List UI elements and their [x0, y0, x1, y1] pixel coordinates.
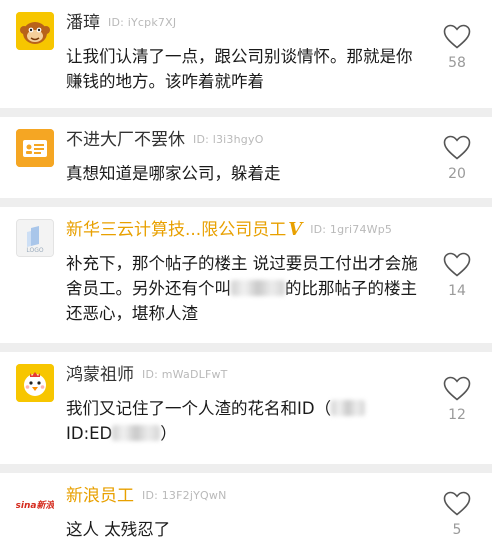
like-button[interactable]: 14: [440, 252, 474, 299]
comment-line: 这人 太残忍了: [66, 520, 171, 539]
heart-icon: [443, 135, 471, 160]
comment-line: 补充下，那个帖子的楼主 说过要员工付出才会施: [66, 254, 418, 273]
comment-item: LOGO 新华三云计算技...限公司员工 V ID: 1gri74Wp5 补充下，那…: [0, 207, 492, 352]
comment-text: 补充下，那个帖子的楼主 说过要员工付出才会施 舍员工。另外还有个叫 的比那帖子的楼…: [66, 251, 428, 326]
sina-logo-icon: sina新浪: [16, 500, 54, 511]
like-count: 58: [448, 55, 466, 71]
avatar[interactable]: [16, 364, 54, 402]
username-row[interactable]: 潘璋 ID: iYcpk7XJ: [66, 12, 176, 34]
avatar-text: LOGO: [26, 247, 44, 254]
comment-line: 还恶心，堪称人渣: [66, 304, 198, 323]
comment-line: 我们又记住了一个人渣的花名和ID（: [66, 396, 428, 421]
username-row[interactable]: 鸿蒙祖师 ID: mWaDLFwT: [66, 364, 228, 386]
verified-badge: V: [288, 219, 303, 240]
username[interactable]: 不进大厂不罢休: [66, 130, 185, 150]
comment-line: 让我们认清了一点，跟公司别谈情怀。那就是你: [66, 47, 413, 66]
avatar[interactable]: [16, 129, 54, 167]
comment-feed: 潘璋 ID: iYcpk7XJ 让我们认清了一点，跟公司别谈情怀。那就是你 赚钱的…: [0, 0, 492, 558]
user-id: ID: 1gri74Wp5: [310, 223, 393, 236]
like-button[interactable]: 5: [440, 491, 474, 538]
heart-icon: [443, 252, 471, 277]
user-id: ID: 13F2jYQwN: [142, 489, 227, 502]
username-row[interactable]: 新华三云计算技...限公司员工 V ID: 1gri74Wp5: [66, 219, 392, 241]
id-card-icon: [16, 129, 54, 167]
comment-text: 真想知道是哪家公司，躲着走: [66, 161, 428, 186]
username[interactable]: 鸿蒙祖师: [66, 365, 134, 385]
like-count: 14: [448, 283, 466, 299]
username-row[interactable]: 不进大厂不罢休 ID: l3i3hgyO: [66, 129, 264, 151]
user-id: ID: l3i3hgyO: [193, 133, 264, 146]
user-id: ID: mWaDLFwT: [142, 368, 228, 381]
comment-text: 这人 太残忍了: [66, 517, 428, 542]
comment-item: sina新浪 新浪员工 ID: 13F2jYQwN 这人 太残忍了 5: [0, 473, 492, 558]
comment-line: 赚钱的地方。该咋着就咋着: [66, 72, 264, 91]
avatar[interactable]: sina新浪: [16, 485, 54, 523]
comment-text: 我们又记住了一个人渣的花名和ID（ ID:ED）: [66, 396, 428, 446]
comment-item: 不进大厂不罢休 ID: l3i3hgyO 真想知道是哪家公司，躲着走 20: [0, 117, 492, 207]
like-button[interactable]: 12: [440, 376, 474, 423]
redacted-text: [231, 280, 285, 296]
chick-icon: [16, 364, 54, 402]
comment-text: 让我们认清了一点，跟公司别谈情怀。那就是你 赚钱的地方。该咋着就咋着: [66, 44, 428, 94]
heart-icon: [443, 24, 471, 49]
comment-line: 真想知道是哪家公司，躲着走: [66, 164, 281, 183]
comment-item: 潘璋 ID: iYcpk7XJ 让我们认清了一点，跟公司别谈情怀。那就是你 赚钱的…: [0, 0, 492, 117]
like-count: 12: [448, 407, 466, 423]
redacted-text: [331, 400, 366, 416]
monkey-icon: [16, 12, 54, 50]
user-id: ID: iYcpk7XJ: [108, 16, 177, 29]
comment-line: 舍员工。另外还有个叫 的比那帖子的楼主: [66, 279, 417, 298]
avatar[interactable]: LOGO: [16, 219, 54, 257]
like-count: 20: [448, 166, 466, 182]
comment-line: ID:ED）: [66, 424, 177, 443]
like-button[interactable]: 58: [440, 24, 474, 71]
heart-icon: [443, 491, 471, 516]
username[interactable]: 新华三云计算技...限公司员工: [66, 220, 286, 240]
comment-item: 鸿蒙祖师 ID: mWaDLFwT 我们又记住了一个人渣的花名和ID（ ID:ED…: [0, 352, 492, 473]
username[interactable]: 潘璋: [66, 13, 100, 33]
username[interactable]: 新浪员工: [66, 486, 134, 506]
like-button[interactable]: 20: [440, 135, 474, 182]
heart-icon: [443, 376, 471, 401]
avatar[interactable]: [16, 12, 54, 50]
redacted-text: [112, 425, 161, 441]
username-row[interactable]: 新浪员工 ID: 13F2jYQwN: [66, 485, 227, 507]
like-count: 5: [452, 522, 462, 538]
